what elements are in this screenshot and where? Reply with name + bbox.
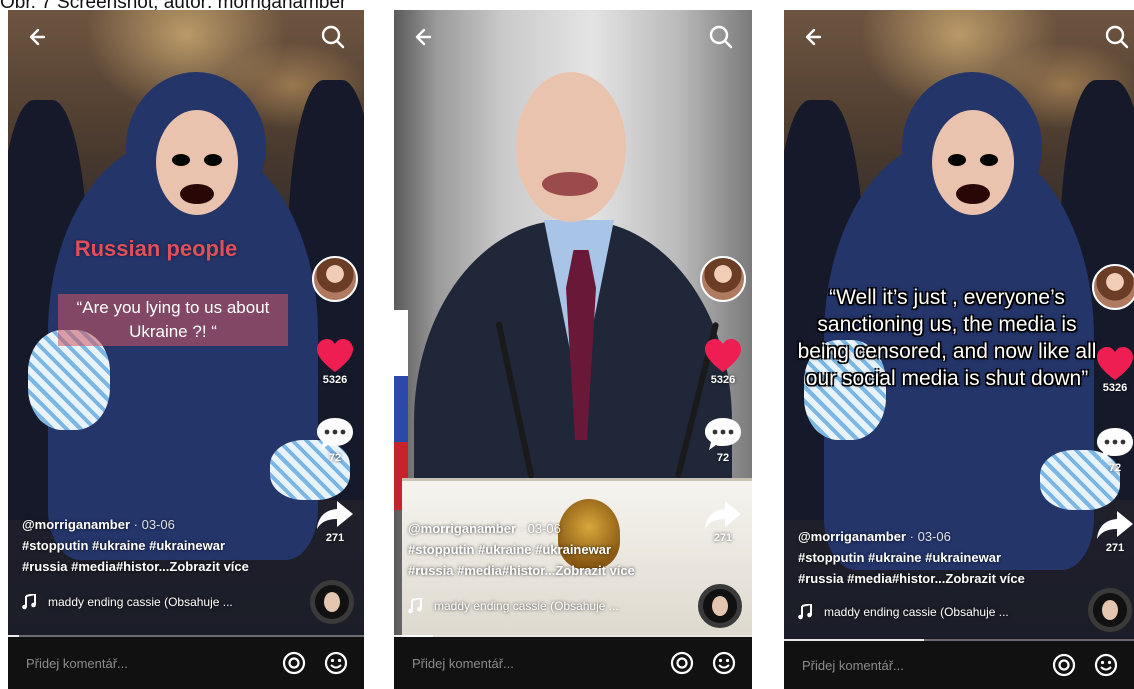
- share-icon: [705, 501, 741, 529]
- comment-count: 72: [716, 452, 730, 464]
- post-date: · 03-06: [130, 517, 175, 532]
- music-row[interactable]: maddy ending cassie (Obsahuje ...: [408, 598, 619, 614]
- at-icon[interactable]: [1050, 651, 1078, 679]
- heart-icon: [705, 339, 741, 372]
- creator-avatar[interactable]: [700, 256, 746, 302]
- comment-input[interactable]: Přidej komentář...: [802, 658, 1036, 673]
- comment-input[interactable]: Přidej komentář...: [26, 656, 266, 671]
- music-note-icon: [22, 594, 36, 610]
- music-disc[interactable]: [310, 580, 354, 624]
- hashtags-line-1[interactable]: #stopputin #ukraine #ukrainewar: [798, 547, 1025, 568]
- see-more-link[interactable]: Zobrazit více: [169, 559, 248, 574]
- video-panel-1[interactable]: Russian people “Are you lying to us abou…: [8, 10, 364, 689]
- video-meta: @morriganamber · 03-06 #stopputin #ukrai…: [22, 514, 249, 577]
- share-count: 271: [325, 532, 345, 544]
- comment-count: 72: [328, 452, 342, 464]
- comment-button[interactable]: 72: [1092, 426, 1134, 474]
- see-more-link[interactable]: Zobrazit více: [945, 571, 1024, 586]
- comment-icon: [317, 418, 353, 450]
- music-note-icon: [798, 604, 812, 620]
- comment-count: 72: [1108, 462, 1122, 474]
- music-note-icon: [408, 598, 422, 614]
- comment-bar: Přidej komentář...: [8, 637, 364, 689]
- hashtags-line-2[interactable]: #russia #media#histor...: [408, 563, 555, 578]
- comment-bar: Přidej komentář...: [784, 641, 1134, 689]
- see-more-link[interactable]: Zobrazit více: [555, 563, 634, 578]
- emoji-icon[interactable]: [1092, 651, 1120, 679]
- share-icon: [317, 501, 353, 529]
- video-meta: @morriganamber · 03-06 #stopputin #ukrai…: [408, 518, 635, 581]
- face: [156, 110, 238, 215]
- post-date: · 03-06: [906, 529, 951, 544]
- like-count: 5326: [322, 374, 348, 386]
- overlay-quote: “Well it’s just , everyone’s sanctioning…: [797, 286, 1097, 390]
- share-button[interactable]: 271: [700, 498, 746, 544]
- music-title: maddy ending cassie (Obsahuje ...: [48, 595, 233, 609]
- share-count: 271: [1105, 542, 1125, 554]
- username[interactable]: @morriganamber: [798, 529, 906, 544]
- at-icon[interactable]: [280, 649, 308, 677]
- heart-icon: [1097, 347, 1133, 380]
- creator-avatar[interactable]: [1092, 264, 1134, 310]
- face: [932, 110, 1014, 215]
- search-icon[interactable]: [1100, 20, 1134, 54]
- post-date: · 03-06: [516, 521, 561, 536]
- overlay-quote: “Are you lying to us about Ukraine ?! “: [58, 294, 288, 346]
- video-panel-2[interactable]: 5326 72 271 @morriganamber · 03-06 #stop…: [394, 10, 752, 689]
- like-count: 5326: [1102, 382, 1128, 394]
- share-count: 271: [713, 532, 733, 544]
- share-icon: [1097, 511, 1133, 539]
- at-icon[interactable]: [668, 649, 696, 677]
- like-button[interactable]: 5326: [700, 338, 746, 386]
- hashtags-line-1[interactable]: #stopputin #ukraine #ukrainewar: [408, 539, 635, 560]
- comment-icon: [705, 418, 741, 450]
- hashtags-line-2[interactable]: #russia #media#histor...: [22, 559, 169, 574]
- username[interactable]: @morriganamber: [408, 521, 516, 536]
- search-icon[interactable]: [704, 20, 738, 54]
- music-title: maddy ending cassie (Obsahuje ...: [824, 605, 1009, 619]
- comment-icon: [1097, 428, 1133, 460]
- creator-avatar[interactable]: [312, 256, 358, 302]
- username[interactable]: @morriganamber: [22, 517, 130, 532]
- overlay-title: Russian people: [74, 236, 238, 261]
- share-button[interactable]: 271: [312, 498, 358, 544]
- comment-button[interactable]: 72: [312, 416, 358, 464]
- comment-input[interactable]: Přidej komentář...: [412, 656, 654, 671]
- emoji-icon[interactable]: [710, 649, 738, 677]
- back-arrow-icon[interactable]: [22, 20, 56, 54]
- music-disc[interactable]: [698, 584, 742, 628]
- comment-bar: Přidej komentář...: [394, 637, 752, 689]
- hashtags-line-1[interactable]: #stopputin #ukraine #ukrainewar: [22, 535, 249, 556]
- search-icon[interactable]: [316, 20, 350, 54]
- hashtags-line-2[interactable]: #russia #media#histor...: [798, 571, 945, 586]
- emoji-icon[interactable]: [322, 649, 350, 677]
- share-button[interactable]: 271: [1092, 508, 1134, 554]
- back-arrow-icon[interactable]: [798, 20, 832, 54]
- like-button[interactable]: 5326: [312, 338, 358, 386]
- music-row[interactable]: maddy ending cassie (Obsahuje ...: [22, 594, 233, 610]
- music-title: maddy ending cassie (Obsahuje ...: [434, 599, 619, 613]
- back-arrow-icon[interactable]: [408, 20, 442, 54]
- video-meta: @morriganamber · 03-06 #stopputin #ukrai…: [798, 526, 1025, 589]
- video-panel-3[interactable]: “Well it’s just , everyone’s sanctioning…: [784, 10, 1134, 689]
- like-button[interactable]: 5326: [1092, 346, 1134, 394]
- comment-button[interactable]: 72: [700, 416, 746, 464]
- like-count: 5326: [710, 374, 736, 386]
- music-row[interactable]: maddy ending cassie (Obsahuje ...: [798, 604, 1009, 620]
- face: [516, 72, 626, 222]
- music-disc[interactable]: [1088, 588, 1132, 632]
- heart-icon: [317, 339, 353, 372]
